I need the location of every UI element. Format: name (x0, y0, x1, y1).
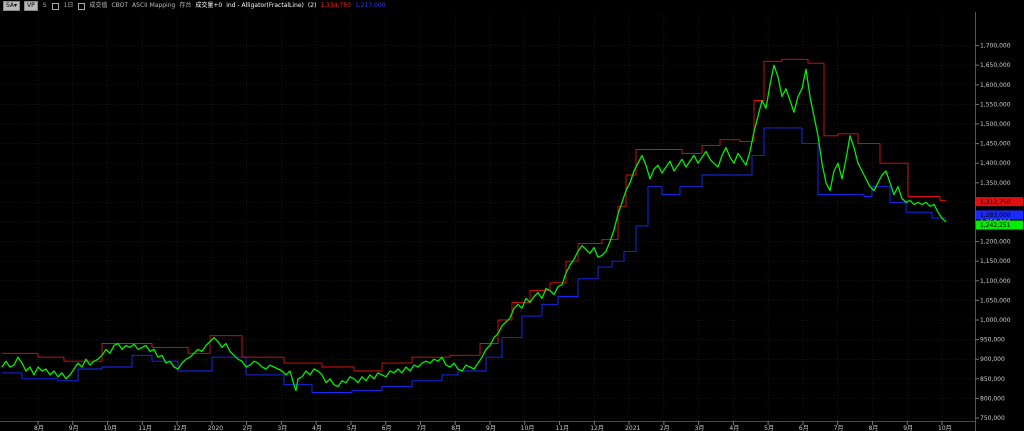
x-tick-label: 4月 (729, 425, 739, 431)
indicator-param: (2) (307, 2, 317, 9)
chart-toolbar: SA▾ VP S 1日 成交值 CBOT ASCII Mapping 存台 成交… (0, 0, 978, 12)
volume-name-label: 成交值 (89, 2, 108, 9)
price-marker: 1,242,251 (976, 220, 1023, 230)
x-tick-label: 6月 (799, 425, 809, 431)
lower-value-readout: 1,217.000 (354, 2, 386, 9)
y-tick-label: 1,200,000 (980, 239, 1011, 246)
x-tick-label: 9月 (903, 425, 913, 431)
x-tick-label: 3月 (695, 425, 705, 431)
x-tick-label: 9月 (69, 425, 79, 431)
x-tick-label: 8月 (868, 425, 878, 431)
y-tick-label: 800,000 (980, 395, 1005, 402)
exchange-label: CBOT (111, 2, 129, 9)
price-marker-label: 1,312,750 (980, 199, 1011, 206)
x-tick-label: 12月 (173, 425, 187, 431)
x-tick-label: 11月 (138, 425, 152, 431)
x-tick-label: 2021 (625, 425, 640, 431)
y-tick-label: 1,500,000 (980, 121, 1011, 128)
y-tick-label: 850,000 (980, 376, 1005, 383)
price-axis-markers: 1,312,750 1,283,000 1,242,251 (976, 197, 1023, 230)
y-tick-label: 1,600,000 (980, 82, 1011, 89)
price-marker-label: 1,242,251 (980, 222, 1011, 229)
x-tick-label: 12月 (590, 425, 604, 431)
x-tick-label: 9月 (486, 425, 496, 431)
x-tick-label: 10月 (938, 425, 952, 431)
period-label: 存台 (179, 2, 192, 9)
window-icon[interactable] (51, 2, 59, 10)
x-tick-label: 10月 (521, 425, 535, 431)
x-tick-label: 7月 (416, 425, 426, 431)
y-tick-label: 950,000 (980, 337, 1005, 344)
price-chart[interactable]: 1,700,000 1,650,000 1,600,000 1,550,000 1,50… (0, 0, 1024, 431)
x-tick-label: 5月 (347, 425, 357, 431)
price-marker-label: 1,283,000 (980, 212, 1011, 219)
y-tick-label: 1,550,000 (980, 101, 1011, 108)
price-marker: 1,312,750 (976, 197, 1023, 207)
y-tick-label: 1,050,000 (980, 297, 1011, 304)
y-tick-label: 1,450,000 (980, 141, 1011, 148)
indicator-label[interactable]: ind - Alligator(FractalLine) (226, 0, 304, 12)
x-tick-label: 8月 (34, 425, 44, 431)
x-tick-label: 8月 (451, 425, 461, 431)
interval-button[interactable]: 1日 (63, 2, 75, 10)
price-marker: 1,283,000 (976, 210, 1023, 220)
y-tick-label: 1,100,000 (980, 278, 1011, 285)
y-tick-label: 1,000,000 (980, 317, 1011, 324)
upper-value-readout: 1,334.750 (320, 2, 351, 9)
y-tick-label: 1,650,000 (980, 62, 1011, 69)
x-tick-label: 5月 (764, 425, 774, 431)
y-tick-label: 1,700,000 (980, 43, 1011, 50)
x-tick-label: 11月 (556, 425, 570, 431)
symbol-button[interactable]: SA▾ (3, 1, 21, 11)
x-tick-label: 2020 (208, 425, 223, 431)
x-tick-label: 10月 (104, 425, 118, 431)
x-tick-label: 2月 (660, 425, 670, 431)
x-tick-label: 3月 (277, 425, 287, 431)
y-tick-label: 1,150,000 (980, 258, 1011, 265)
y-tick-label: 750,000 (980, 415, 1005, 422)
y-tick-label: 1,400,000 (980, 160, 1011, 167)
y-tick-label: 1,350,000 (980, 180, 1011, 187)
x-tick-label: 6月 (382, 425, 392, 431)
x-tick-label: 2月 (243, 425, 253, 431)
settings-button[interactable]: S (42, 2, 48, 10)
x-tick-label: 7月 (834, 425, 844, 431)
x-tick-label: 4月 (312, 425, 322, 431)
volume-label: 成交量+0 (195, 2, 223, 9)
layout-icon[interactable] (78, 2, 86, 10)
mapping-label: ASCII Mapping (132, 2, 176, 9)
y-tick-label: 900,000 (980, 356, 1005, 363)
mode-button[interactable]: VP (24, 1, 38, 11)
